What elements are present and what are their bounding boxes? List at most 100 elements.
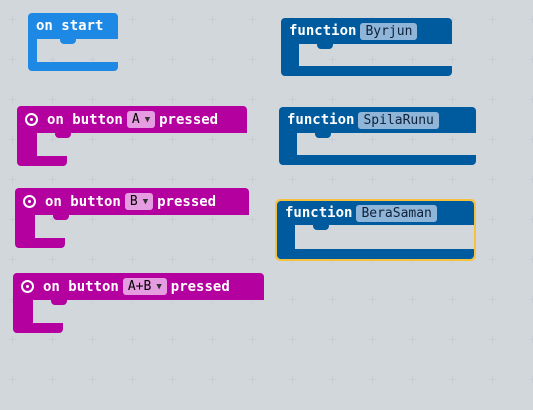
grid-mark: + [207, 373, 218, 386]
grid-mark: + [287, 333, 298, 346]
grid-mark: + [527, 133, 533, 146]
dropdown-caret-icon: ▼ [156, 281, 162, 292]
grid-mark: + [167, 53, 178, 66]
on-button-label: on button [47, 111, 123, 128]
on-button-a-pressed-block[interactable]: on button A ▼ pressed [17, 106, 247, 166]
grid-mark: + [87, 93, 98, 106]
on-start-block[interactable]: on start [28, 13, 118, 71]
grid-mark: + [407, 173, 418, 186]
grid-mark: + [407, 293, 418, 306]
grid-mark: + [247, 373, 258, 386]
grid-mark: + [127, 173, 138, 186]
button-select-value: A [131, 112, 140, 127]
grid-mark: + [7, 373, 18, 386]
grid-mark: + [87, 173, 98, 186]
grid-mark: + [127, 333, 138, 346]
function-keyword: function [287, 112, 355, 128]
grid-mark: + [447, 293, 458, 306]
on-button-label: on button [45, 193, 121, 210]
grid-mark: + [527, 53, 533, 66]
grid-mark: + [527, 13, 533, 26]
on-button-ab-pressed-block[interactable]: on button A+B ▼ pressed [13, 273, 264, 333]
function-name-field[interactable]: Byrjun [360, 22, 418, 40]
grid-mark: + [207, 93, 218, 106]
grid-mark: + [247, 253, 258, 266]
grid-mark: + [527, 173, 533, 186]
grid-mark: + [207, 53, 218, 66]
function-name-field[interactable]: SpilaRunu [358, 111, 439, 129]
on-button-b-pressed-block[interactable]: on button B ▼ pressed [15, 188, 249, 248]
grid-mark: + [127, 53, 138, 66]
grid-mark: + [527, 333, 533, 346]
grid-mark: + [367, 173, 378, 186]
function-spilarunu-block[interactable]: function SpilaRunu [279, 107, 476, 165]
grid-mark: + [127, 93, 138, 106]
grid-mark: + [327, 373, 338, 386]
grid-mark: + [207, 253, 218, 266]
grid-mark: + [527, 253, 533, 266]
button-select-dropdown[interactable]: A ▼ [126, 111, 156, 128]
grid-mark: + [407, 373, 418, 386]
grid-mark: + [487, 133, 498, 146]
pressed-label: pressed [159, 111, 219, 128]
grid-mark: + [207, 13, 218, 26]
grid-mark: + [127, 253, 138, 266]
grid-mark: + [487, 53, 498, 66]
grid-mark: + [87, 253, 98, 266]
button-event-icon [23, 195, 36, 208]
grid-mark: + [527, 293, 533, 306]
grid-mark: + [487, 213, 498, 226]
grid-mark: + [367, 293, 378, 306]
grid-mark: + [367, 373, 378, 386]
grid-mark: + [7, 333, 18, 346]
grid-mark: + [327, 93, 338, 106]
grid-mark: + [127, 13, 138, 26]
grid-mark: + [47, 373, 58, 386]
function-byrjun-block[interactable]: function Byrjun [281, 18, 452, 76]
function-keyword: function [285, 205, 353, 221]
grid-mark: + [407, 93, 418, 106]
grid-mark: + [527, 213, 533, 226]
grid-mark: + [487, 253, 498, 266]
grid-mark: + [247, 173, 258, 186]
button-event-icon [21, 280, 34, 293]
button-select-dropdown[interactable]: B ▼ [124, 193, 154, 210]
grid-mark: + [167, 253, 178, 266]
grid-mark: + [207, 333, 218, 346]
grid-mark: + [167, 93, 178, 106]
button-select-dropdown[interactable]: A+B ▼ [122, 278, 167, 295]
grid-mark: + [167, 373, 178, 386]
grid-mark: + [487, 293, 498, 306]
grid-mark: + [47, 253, 58, 266]
grid-mark: + [247, 13, 258, 26]
grid-mark: + [447, 173, 458, 186]
grid-mark: + [7, 173, 18, 186]
button-select-value: B [129, 194, 138, 209]
function-name-field[interactable]: BeraSaman [356, 204, 437, 222]
grid-mark: + [247, 93, 258, 106]
grid-mark: + [487, 13, 498, 26]
grid-mark: + [287, 173, 298, 186]
pressed-label: pressed [157, 193, 217, 210]
on-start-label: on start [36, 18, 104, 34]
dropdown-caret-icon: ▼ [142, 196, 149, 207]
grid-mark: + [327, 173, 338, 186]
grid-mark: + [47, 93, 58, 106]
grid-mark: + [527, 373, 533, 386]
grid-mark: + [327, 293, 338, 306]
function-keyword: function [289, 23, 357, 39]
grid-mark: + [407, 333, 418, 346]
grid-mark: + [7, 53, 18, 66]
grid-mark: + [167, 333, 178, 346]
grid-mark: + [247, 53, 258, 66]
grid-mark: + [7, 13, 18, 26]
dropdown-caret-icon: ▼ [144, 114, 151, 125]
grid-mark: + [47, 173, 58, 186]
grid-mark: + [447, 93, 458, 106]
function-berasaman-block[interactable]: function BeraSaman [277, 201, 474, 259]
grid-mark: + [447, 333, 458, 346]
grid-mark: + [527, 93, 533, 106]
pressed-label: pressed [170, 278, 230, 295]
grid-mark: + [487, 173, 498, 186]
grid-mark: + [367, 93, 378, 106]
